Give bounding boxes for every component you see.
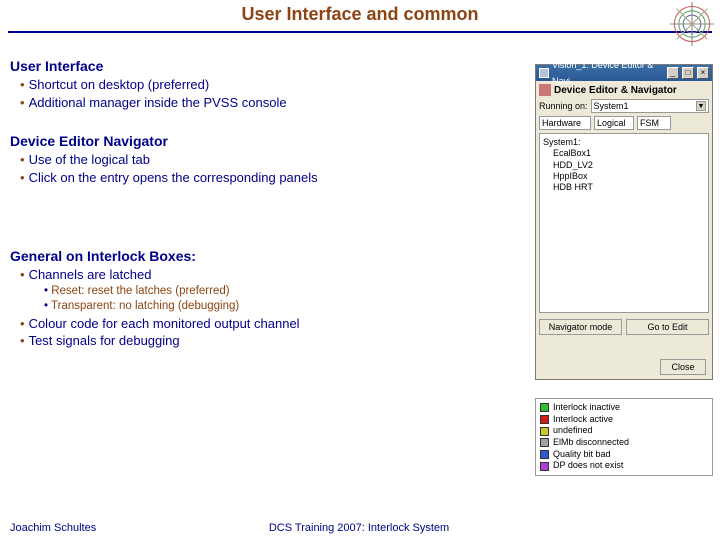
- bullet: •Shortcut on desktop (preferred): [20, 76, 530, 94]
- footer: Joachim Schultes DCS Training 2007: Inte…: [10, 522, 708, 534]
- running-on-label: Running on:: [539, 101, 588, 111]
- section-user-interface: User Interface •Shortcut on desktop (pre…: [10, 58, 530, 111]
- footer-title: DCS Training 2007: Interlock System: [269, 522, 449, 534]
- close-button[interactable]: ×: [697, 67, 709, 79]
- bullet: •Channels are latched: [20, 266, 530, 284]
- swatch-inactive: [540, 403, 549, 412]
- legend-row: DP does not exist: [540, 460, 708, 472]
- tab-hardware[interactable]: Hardware: [539, 116, 591, 130]
- legend-row: Quality bit bad: [540, 449, 708, 461]
- goto-edit-button[interactable]: Go to Edit: [626, 319, 709, 335]
- swatch-dp-not-exist: [540, 462, 549, 471]
- panel-header-icon: [539, 84, 551, 96]
- bullet: •Additional manager inside the PVSS cons…: [20, 94, 530, 112]
- tree-node[interactable]: HDD_LV2: [553, 160, 705, 171]
- legend-row: Interlock inactive: [540, 402, 708, 414]
- tab-fsm[interactable]: FSM: [637, 116, 671, 130]
- running-on-combo[interactable]: System1 ▼: [591, 99, 709, 113]
- legend-row: Interlock active: [540, 414, 708, 426]
- footer-author: Joachim Schultes: [10, 522, 96, 534]
- bullet: •Test signals for debugging: [20, 332, 530, 350]
- heading-gib: General on Interlock Boxes:: [10, 248, 530, 264]
- panel-close-button[interactable]: Close: [660, 359, 706, 375]
- section-general-interlock: General on Interlock Boxes: •Channels ar…: [10, 248, 530, 350]
- bullet: •Use of the logical tab: [20, 151, 530, 169]
- window-icon: [539, 68, 549, 78]
- swatch-quality-bad: [540, 450, 549, 459]
- sub-bullet: • Reset: reset the latches (preferred): [44, 284, 530, 300]
- section-device-editor-navigator: Device Editor Navigator •Use of the logi…: [10, 133, 530, 186]
- chevron-down-icon: ▼: [696, 101, 706, 111]
- swatch-active: [540, 415, 549, 424]
- content-area: User Interface •Shortcut on desktop (pre…: [10, 58, 530, 372]
- tab-logical[interactable]: Logical: [594, 116, 634, 130]
- slide-title: User Interface and common: [0, 0, 720, 25]
- corner-logo: [670, 2, 714, 46]
- tree-root[interactable]: System1:: [543, 137, 705, 148]
- sub-bullet: • Transparent: no latching (debugging): [44, 299, 530, 315]
- swatch-undefined: [540, 427, 549, 436]
- title-rule: [8, 31, 712, 33]
- legend-row: ElMb disconnected: [540, 437, 708, 449]
- color-legend: Interlock inactive Interlock active unde…: [535, 398, 713, 476]
- minimize-button[interactable]: _: [667, 67, 679, 79]
- heading-den: Device Editor Navigator: [10, 133, 530, 149]
- heading-user-interface: User Interface: [10, 58, 530, 74]
- bullet: •Colour code for each monitored output c…: [20, 315, 530, 333]
- bullet: •Click on the entry opens the correspond…: [20, 169, 530, 187]
- legend-row: undefined: [540, 425, 708, 437]
- swatch-disconnected: [540, 438, 549, 447]
- navigator-mode-button[interactable]: Navigator mode: [539, 319, 622, 335]
- panel-header: Device Editor & Navigator: [539, 84, 709, 96]
- tree-node[interactable]: HDB HRT: [553, 182, 705, 193]
- maximize-button[interactable]: □: [682, 67, 694, 79]
- tree-node[interactable]: EcalBox1: [553, 148, 705, 159]
- window-titlebar[interactable]: Vision_1: Device Editor & Navi... _ □ ×: [536, 65, 712, 81]
- tree-node[interactable]: HppIBox: [553, 171, 705, 182]
- device-tree[interactable]: System1: EcalBox1 HDD_LV2 HppIBox HDB HR…: [539, 133, 709, 313]
- device-editor-window: Vision_1: Device Editor & Navi... _ □ × …: [535, 64, 713, 380]
